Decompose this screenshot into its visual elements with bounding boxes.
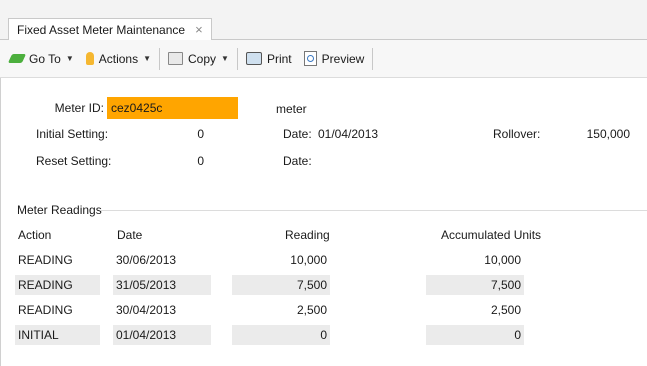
column-header-accumulated-units[interactable]: Accumulated Units [441,228,541,242]
print-button[interactable]: Print [245,51,292,66]
chevron-down-icon: ▼ [65,54,74,63]
close-icon[interactable]: × [195,22,203,37]
cell-accumulated: 2,500 [490,303,521,317]
initial-setting-label: Initial Setting: [36,127,109,141]
cell-reading: 2,500 [296,303,327,317]
copy-icon [168,52,184,65]
tab-bar: Fixed Asset Meter Maintenance × [0,0,647,40]
actions-label: Actions [98,51,139,66]
goto-button[interactable]: Go To ▼ [7,51,74,66]
cell-date: 31/05/2013 [113,275,211,295]
toolbar: Go To ▼ Actions ▼ Copy ▼ Print Preview [0,40,647,78]
cell-reading: 0 [232,325,330,345]
lightbulb-icon [85,52,94,65]
preview-button[interactable]: Preview [303,51,365,66]
meter-id-field[interactable] [107,97,238,119]
chevron-down-icon: ▼ [143,54,152,63]
cell-action: INITIAL [15,325,100,345]
initial-setting-value: 0 [197,127,204,141]
reset-setting-value: 0 [197,154,204,168]
actions-button[interactable]: Actions ▼ [85,51,152,66]
tab-title: Fixed Asset Meter Maintenance [17,22,186,37]
preview-label: Preview [321,51,365,66]
column-header-action[interactable]: Action [18,228,51,242]
reset-setting-label: Reset Setting: [36,154,112,168]
rollover-value: 150,000 [586,127,630,141]
toolbar-divider [159,47,161,70]
rollover-label: Rollover: [493,127,541,141]
cell-accumulated: 7,500 [426,275,524,295]
panel-border [0,78,1,366]
cell-date: 30/06/2013 [116,253,177,267]
cell-reading: 7,500 [232,275,330,295]
cell-action: READING [15,275,100,295]
copy-label: Copy [188,51,217,66]
cell-reading: 10,000 [290,253,327,267]
copy-button[interactable]: Copy ▼ [168,52,229,66]
section-divider [100,210,647,211]
toolbar-divider [372,47,374,70]
cell-action: READING [18,253,73,267]
column-header-reading[interactable]: Reading [285,228,330,242]
reset-date-label: Date: [283,154,312,168]
preview-icon [303,51,317,66]
toolbar-divider [236,47,238,70]
tab-fixed-asset-meter-maintenance[interactable]: Fixed Asset Meter Maintenance × [8,18,212,40]
initial-date-value: 01/04/2013 [318,127,379,141]
cell-date: 30/04/2013 [116,303,177,317]
meter-readings-section-title: Meter Readings [17,203,102,217]
chevron-down-icon: ▼ [221,54,229,63]
cell-action: READING [18,303,73,317]
goto-label: Go To [29,51,61,66]
cell-accumulated: 10,000 [484,253,521,267]
cell-accumulated: 0 [426,325,524,345]
print-label: Print [266,51,292,66]
cell-date: 01/04/2013 [113,325,211,345]
initial-date-label: Date: [283,127,312,141]
meter-id-label: Meter ID: [54,101,104,115]
meter-description: meter [276,102,307,116]
printer-icon [245,52,262,65]
column-header-date[interactable]: Date [117,228,142,242]
goto-icon [7,54,27,63]
